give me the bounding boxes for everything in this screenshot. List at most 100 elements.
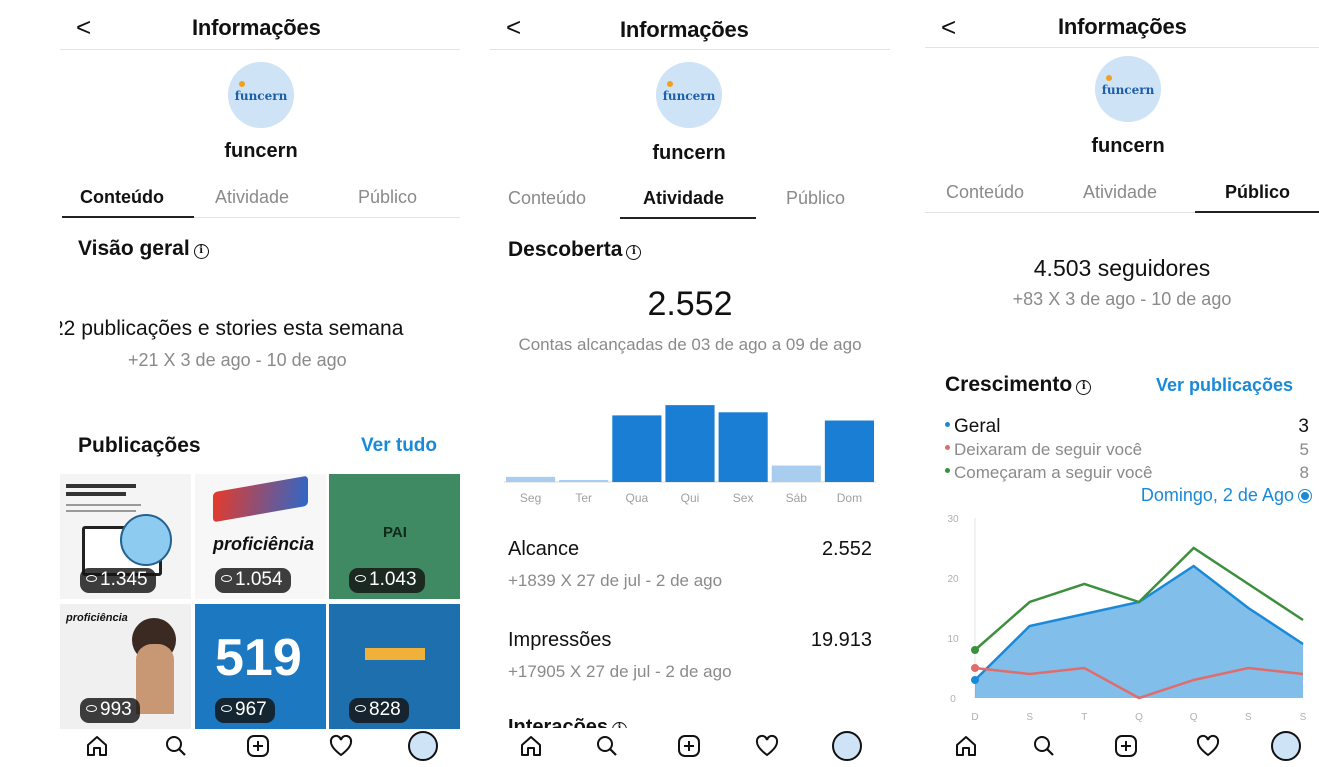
mascot-illustration	[120, 514, 172, 566]
tab-underline	[620, 217, 756, 219]
heart-icon[interactable]	[1195, 733, 1221, 759]
bar-dom	[824, 420, 874, 482]
see-all-link[interactable]: Ver tudo	[361, 435, 437, 457]
legend-dot	[945, 422, 950, 427]
tab-conteudo[interactable]: Conteúdo	[80, 187, 164, 208]
post-tile[interactable]: proficiência 1.054	[195, 474, 326, 599]
tab-conteudo[interactable]: Conteúdo	[508, 188, 586, 209]
view-count-badge: 1.043	[349, 568, 425, 593]
legend-dot	[945, 468, 950, 473]
avatar[interactable]: funcern	[228, 62, 294, 128]
tab-underline	[1195, 211, 1319, 213]
post-tile[interactable]: 519 967	[195, 604, 326, 729]
profile-avatar-icon[interactable]	[1271, 731, 1301, 761]
view-count: 1.054	[235, 569, 283, 590]
search-icon[interactable]	[163, 733, 189, 759]
bar-qua	[612, 415, 662, 482]
bar-qui	[665, 405, 715, 482]
info-icon[interactable]: i	[626, 245, 642, 260]
view-count: 828	[369, 699, 401, 720]
profile-avatar-icon[interactable]	[408, 731, 438, 761]
header-divider	[925, 47, 1319, 48]
avatar[interactable]: funcern	[656, 62, 722, 128]
bottom-nav	[925, 727, 1319, 767]
info-icon[interactable]: i	[193, 244, 209, 259]
tab-publico[interactable]: Público	[358, 187, 417, 208]
tab-divider	[194, 217, 460, 218]
tab-publico[interactable]: Público	[786, 188, 845, 209]
view-count: 1.345	[100, 569, 148, 590]
bar-tick-label: Qui	[681, 491, 700, 505]
y-tick-label: 10	[947, 634, 959, 645]
post-text: proficiência	[66, 612, 128, 624]
y-tick-label: 0	[950, 694, 956, 705]
bar-ter	[559, 479, 609, 482]
header-divider	[490, 49, 890, 50]
header: < Informações	[490, 12, 890, 46]
growth-area-chart: 0 10 20 30 D S T Q Q S S	[947, 514, 1306, 723]
legend-label: Começaram a seguir você	[954, 463, 1153, 482]
header-divider	[60, 49, 460, 50]
home-icon[interactable]	[518, 733, 544, 759]
post-tile[interactable]: 1.345	[60, 474, 191, 599]
person-photo	[136, 644, 174, 714]
tab-atividade[interactable]: Atividade	[1083, 182, 1157, 203]
post-tile[interactable]: proficiência 993	[60, 604, 191, 729]
bar-tick-label: Dom	[837, 491, 862, 505]
search-icon[interactable]	[594, 733, 620, 759]
eye-icon	[221, 705, 232, 712]
post-heading-bar	[66, 492, 126, 496]
new-post-icon[interactable]	[1113, 733, 1139, 759]
metric-reach[interactable]: Alcance 2.552 +1839 X 27 de jul - 2 de a…	[508, 538, 872, 591]
tab-atividade[interactable]: Atividade	[643, 188, 724, 209]
view-count-badge: 1.054	[215, 568, 291, 593]
metric-value: 2.552	[821, 538, 872, 560]
post-text: PAI	[383, 524, 407, 541]
metric-impressions[interactable]: Impressões 19.913 +17905 X 27 de jul - 2…	[508, 629, 872, 682]
search-icon[interactable]	[1031, 733, 1057, 759]
posts-title: Publicações	[78, 434, 201, 457]
overview-delta: +21 X 3 de ago - 10 de ago	[128, 350, 347, 370]
avatar-logo-text: funcern	[663, 89, 716, 103]
heart-icon[interactable]	[754, 733, 780, 759]
bar-sáb	[771, 465, 821, 482]
bar-tick-label: Sex	[733, 491, 754, 505]
header: < Informações	[60, 12, 470, 46]
discovery-title: Descoberta i	[508, 238, 642, 262]
legend-value: 5	[1299, 440, 1309, 459]
tab-publico[interactable]: Público	[1225, 182, 1290, 203]
view-count: 993	[100, 699, 132, 720]
tab-underline	[62, 216, 194, 218]
legend-follows: Começaram a seguir você 8	[945, 463, 1309, 485]
eye-icon	[86, 575, 97, 582]
reach-caption: Contas alcançadas de 03 de ago a 09 de a…	[518, 335, 862, 354]
x-tick-label: T	[1081, 712, 1087, 723]
discovery-title-text: Descoberta	[508, 238, 623, 261]
legend-value: 3	[1298, 416, 1309, 437]
post-text-line	[66, 510, 136, 512]
profile-avatar-icon[interactable]	[832, 731, 862, 761]
chevron-left-icon[interactable]: <	[76, 12, 91, 43]
tab-atividade[interactable]: Atividade	[215, 187, 289, 208]
home-icon[interactable]	[84, 733, 110, 759]
tab-conteudo[interactable]: Conteúdo	[946, 182, 1024, 203]
x-tick-label: Q	[1135, 712, 1143, 723]
new-post-icon[interactable]	[676, 733, 702, 759]
heart-icon[interactable]	[328, 733, 354, 759]
new-post-icon[interactable]	[245, 733, 271, 759]
bar-seg	[506, 476, 556, 482]
post-text-line	[66, 504, 141, 506]
post-tile[interactable]: 828	[329, 604, 460, 729]
chevron-left-icon[interactable]: <	[941, 12, 956, 43]
see-posts-link[interactable]: Ver publicações	[1156, 375, 1293, 396]
metric-delta: +1839 X 27 de jul - 2 de ago	[508, 571, 723, 590]
chevron-left-icon[interactable]: <	[506, 12, 521, 43]
info-icon[interactable]: i	[1076, 380, 1092, 395]
page-title: Informações	[1058, 14, 1187, 39]
avatar[interactable]: funcern	[1095, 56, 1161, 122]
weekly-bar-chart: Seg Ter Qua Qui Sex Sáb Dom	[504, 405, 876, 505]
post-tile[interactable]: PAI 1.043	[329, 474, 460, 599]
post-text: 519	[215, 629, 302, 687]
home-icon[interactable]	[953, 733, 979, 759]
series-start-point	[971, 664, 979, 672]
